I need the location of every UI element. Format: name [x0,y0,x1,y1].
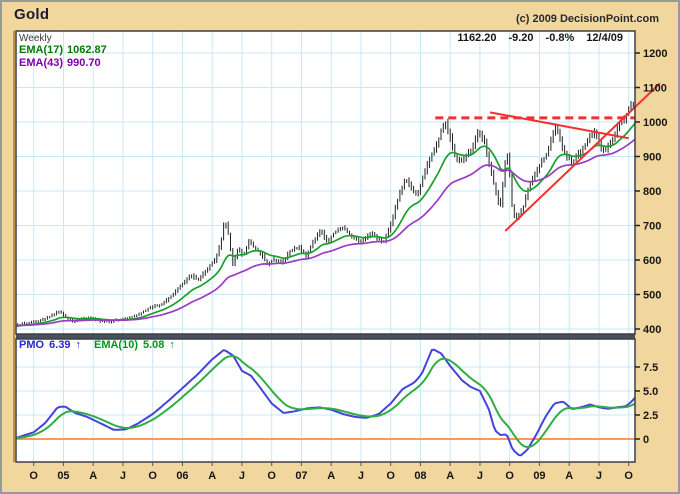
price-axis-label: 600 [643,255,661,267]
ema10-label: EMA(10) [93,339,138,351]
ema10-up-arrow-icon: ↑ [169,339,175,351]
copyright-label: (c) 2009 DecisionPoint.com [515,13,659,25]
ema17-value: 1062.87 [67,44,107,56]
price-axis-label: 800 [643,186,661,198]
x-axis-label: 08 [414,470,426,482]
chart-title: Gold [14,6,50,23]
ema43-value: 990.70 [67,57,101,69]
price-axis-label: 1200 [643,48,667,60]
pmo-axis-label: 0 [643,434,649,446]
quote-date: 12/4/09 [586,32,623,44]
x-axis-label: 05 [57,470,69,482]
ema17-legend: EMA(17) 1062.87 [19,44,111,56]
x-axis-label: A [89,470,97,482]
quote-last: 1162.20 [457,32,497,44]
price-axis-label: 700 [643,221,661,233]
pmo-axis-label: 5.0 [643,386,658,398]
pmo-legend: PMO 6.39 ↑ EMA(10) 5.08 ↑ [19,339,180,351]
x-axis-label: A [446,470,454,482]
x-axis-label: 06 [176,470,188,482]
x-axis-label: O [267,470,276,482]
price-axis-label: 400 [643,324,661,336]
pmo-label: PMO [19,339,45,351]
ema17-label: EMA(17) [19,44,64,56]
x-axis-label: O [386,470,395,482]
x-axis-label: J [358,470,364,482]
x-axis-label: A [565,470,573,482]
x-axis-label: J [596,470,602,482]
pmo-panel [16,339,635,462]
pmo-up-arrow-icon: ↑ [75,339,81,351]
price-panel [16,31,635,334]
x-axis-label: O [148,470,157,482]
price-axis-label: 900 [643,152,661,164]
x-axis-label: O [29,470,38,482]
quote-line: 1162.20 -9.20 -0.8% 12/4/09 [445,32,623,44]
x-axis-label: J [120,470,126,482]
quote-change: -9.20 [508,32,534,44]
quote-percent: -0.8% [545,32,575,44]
x-axis-label: J [477,470,483,482]
x-axis-label: J [239,470,245,482]
x-axis-label: 07 [295,470,307,482]
chart-frame: 1200 1100 1000 900 800 700 600 500 400 7.5 5.0 2.5 0… [0,0,680,494]
pmo-axis-label: 2.5 [643,410,658,422]
x-axis-label: O [505,470,514,482]
x-axis-label: O [624,470,633,482]
timeframe-label: Weekly [19,33,52,44]
x-axis-label: 09 [533,470,545,482]
ema43-label: EMA(43) [19,57,64,69]
price-axis-label: 1100 [643,83,667,95]
price-axis-label: 1000 [643,117,667,129]
ema43-legend: EMA(43) 990.70 [19,57,105,69]
x-axis-label: A [327,470,335,482]
x-axis-label: A [208,470,216,482]
price-axis-label: 500 [643,290,661,302]
pmo-value: 6.39 [49,339,71,351]
chart-canvas: 1200 1100 1000 900 800 700 600 500 400 7.5 5.0 2.5 0… [13,30,667,482]
pmo-axis-label: 7.5 [643,362,658,374]
ema10-value: 5.08 [143,339,165,351]
